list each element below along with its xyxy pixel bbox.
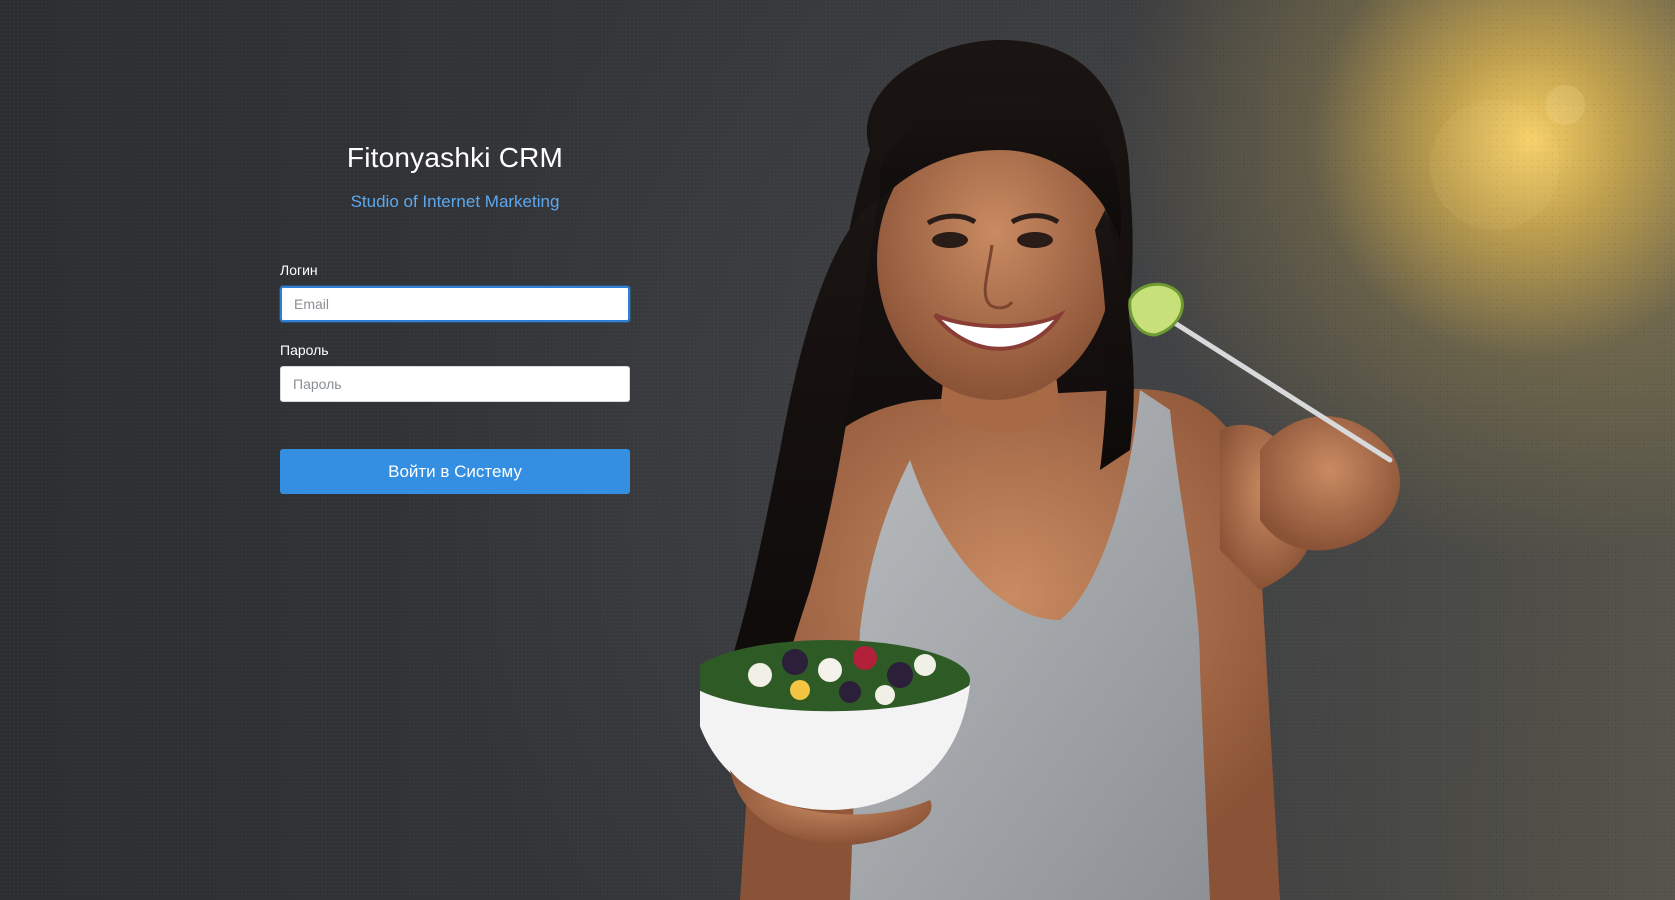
login-panel: Fitonyashki CRM Studio of Internet Marke… <box>280 130 630 494</box>
eye-left <box>932 232 968 248</box>
password-field[interactable] <box>280 366 630 402</box>
login-label: Логин <box>280 262 318 278</box>
password-label: Пароль <box>280 342 329 358</box>
brand-title: Fitonyashki CRM <box>346 142 564 173</box>
brand-subtitle: Studio of Internet Marketing <box>350 192 560 211</box>
eye-right <box>1017 232 1053 248</box>
email-field[interactable] <box>280 286 630 322</box>
login-submit-button[interactable]: Войти в Систему <box>280 449 630 494</box>
right-hand <box>1260 416 1400 551</box>
login-field-group: Логин <box>280 262 630 322</box>
login-form: Логин Пароль Войти в Систему <box>280 262 630 494</box>
login-page: Fitonyashki CRM Studio of Internet Marke… <box>0 0 1675 900</box>
hero-photo <box>700 40 1400 900</box>
password-field-group: Пароль <box>280 342 630 402</box>
cucumber-piece <box>1128 282 1184 337</box>
